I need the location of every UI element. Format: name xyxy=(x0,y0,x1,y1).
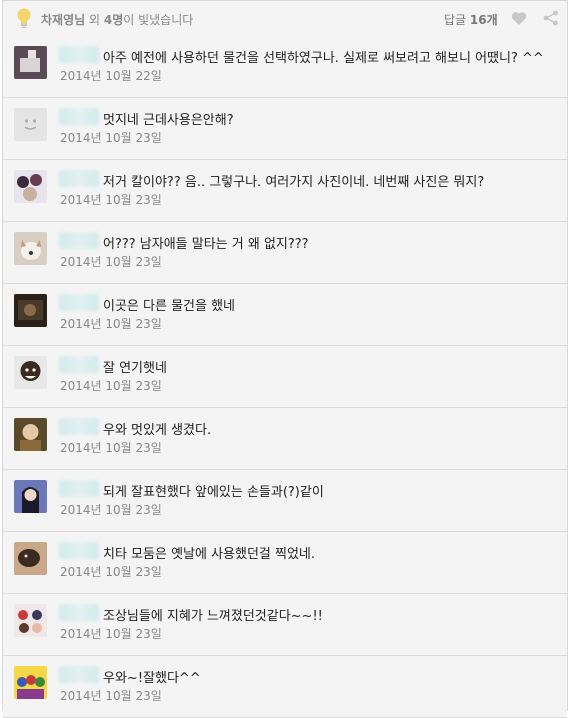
comment-row: 이곳은 다른 물건을 했네 2014년 10월 23일 xyxy=(3,284,567,346)
liker-name[interactable]: 차재영님 xyxy=(41,13,85,27)
avatar[interactable] xyxy=(14,542,47,575)
comment-text: 아주 예전에 사용하던 물건을 선택하였구나. 실제로 써보려고 해보니 어땠니… xyxy=(103,51,544,66)
reply-count: 답글 16개 xyxy=(444,13,498,27)
comment-text: 우와~!잘했다^^ xyxy=(103,671,201,686)
commenter-name[interactable] xyxy=(59,170,99,187)
avatar[interactable] xyxy=(14,356,47,389)
commenter-name[interactable] xyxy=(59,108,99,125)
comment-text: 잘 연기햇네 xyxy=(103,361,167,376)
commenter-name[interactable] xyxy=(59,480,99,497)
comment-row: 우와~!잘했다^^ 2014년 10월 23일 xyxy=(3,656,567,718)
avatar[interactable] xyxy=(14,170,47,203)
comment-date: 2014년 10월 23일 xyxy=(60,255,162,269)
heart-icon[interactable] xyxy=(511,11,527,26)
comment-row: 조상님들에 지혜가 느껴졌던것같다~~!! 2014년 10월 23일 xyxy=(3,594,567,656)
comment-date: 2014년 10월 23일 xyxy=(60,441,162,455)
comment-text: 어??? 남자애들 말타는 거 왜 없지??? xyxy=(103,237,309,252)
avatar[interactable] xyxy=(14,666,47,699)
commenter-name[interactable] xyxy=(59,418,99,435)
comment-text: 치타 모둠은 옛날에 사용했던걸 찍었네. xyxy=(103,547,316,562)
comment-row: 아주 예전에 사용하던 물건을 선택하였구나. 실제로 써보려고 해보니 어땠니… xyxy=(3,36,567,98)
comment-row: 우와 멋있게 생겼다. 2014년 10월 23일 xyxy=(3,408,567,470)
comment-text: 되게 잘표현했다 앞에있는 손들과(?)같이 xyxy=(103,485,324,500)
comment-date: 2014년 10월 23일 xyxy=(60,565,162,579)
avatar[interactable] xyxy=(14,604,47,637)
comment-row: 되게 잘표현했다 앞에있는 손들과(?)같이 2014년 10월 23일 xyxy=(3,470,567,532)
comment-row: 어??? 남자애들 말타는 거 왜 없지??? 2014년 10월 23일 xyxy=(3,222,567,284)
avatar[interactable] xyxy=(14,294,47,327)
commenter-name[interactable] xyxy=(59,604,99,621)
comment-row: 저거 칼이야?? 음.. 그렇구나. 여러가지 사진이네. 네번째 사진은 뭐지… xyxy=(3,160,567,222)
comment-text: 이곳은 다른 물건을 했네 xyxy=(103,299,235,314)
avatar[interactable] xyxy=(14,232,47,265)
avatar[interactable] xyxy=(14,480,47,513)
comment-row: 치타 모둠은 옛날에 사용했던걸 찍었네. 2014년 10월 23일 xyxy=(3,532,567,594)
comments-panel: 차재영님 외 4명이 빛냈습니다 답글 16개 아주 예전에 사용하던 물건을 … xyxy=(2,0,568,718)
comment-date: 2014년 10월 23일 xyxy=(60,627,162,641)
default-avatar-icon[interactable] xyxy=(14,108,47,141)
comment-text: 조상님들에 지혜가 느껴졌던것같다~~!! xyxy=(103,609,323,624)
comment-text: 저거 칼이야?? 음.. 그렇구나. 여러가지 사진이네. 네번째 사진은 뭐지… xyxy=(103,175,485,190)
comment-date: 2014년 10월 23일 xyxy=(60,689,162,703)
lightbulb-icon xyxy=(17,8,31,28)
comment-date: 2014년 10월 23일 xyxy=(60,131,162,145)
commenter-name[interactable] xyxy=(59,356,99,373)
comment-row: 잘 연기햇네 2014년 10월 23일 xyxy=(3,346,567,408)
comment-date: 2014년 10월 23일 xyxy=(60,503,162,517)
comment-text: 우와 멋있게 생겼다. xyxy=(103,423,212,438)
commenter-name[interactable] xyxy=(59,46,99,63)
comment-date: 2014년 10월 23일 xyxy=(60,379,162,393)
comment-date: 2014년 10월 23일 xyxy=(60,317,162,331)
comment-text: 멋지네 근데사용은안해? xyxy=(103,113,234,128)
share-icon[interactable] xyxy=(543,10,559,26)
comments-header: 차재영님 외 4명이 빛냈습니다 답글 16개 xyxy=(3,1,567,37)
commenter-name[interactable] xyxy=(59,542,99,559)
avatar[interactable] xyxy=(14,418,47,451)
comment-date: 2014년 10월 23일 xyxy=(60,193,162,207)
commenter-name[interactable] xyxy=(59,666,99,683)
comment-date: 2014년 10월 22일 xyxy=(60,69,162,83)
comment-list: 아주 예전에 사용하던 물건을 선택하였구나. 실제로 써보려고 해보니 어땠니… xyxy=(3,36,567,718)
commenter-name[interactable] xyxy=(59,294,99,311)
commenter-name[interactable] xyxy=(59,232,99,249)
likes-summary: 차재영님 외 4명이 빛냈습니다 xyxy=(41,13,194,27)
avatar[interactable] xyxy=(14,46,47,79)
comment-row: 멋지네 근데사용은안해? 2014년 10월 23일 xyxy=(3,98,567,160)
liker-count[interactable]: 4명 xyxy=(104,13,123,27)
